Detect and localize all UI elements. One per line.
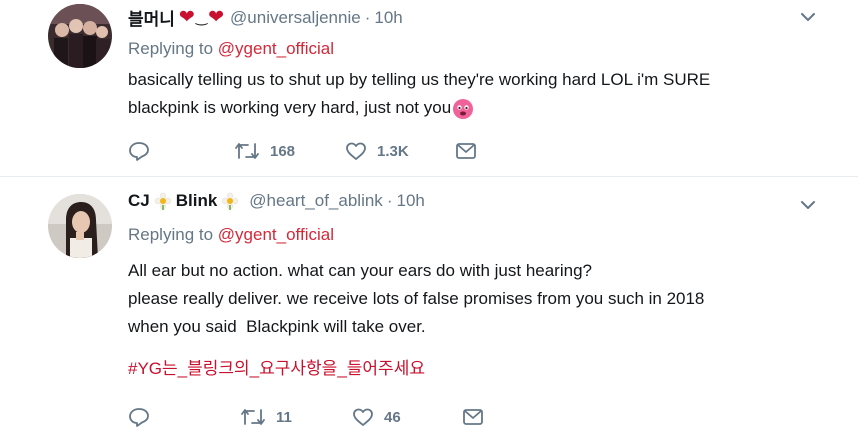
like-icon xyxy=(353,408,373,426)
direct-message-button[interactable] xyxy=(462,408,484,426)
timestamp[interactable]: 10h xyxy=(396,191,424,211)
retweet-button[interactable]: 11 xyxy=(240,407,352,427)
display-name-part[interactable]: CJ xyxy=(128,191,150,211)
replying-to: Replying to @ygent_official xyxy=(128,225,334,245)
tweet-text-line-wrap: blackpink is working very hard, just not… xyxy=(128,94,710,122)
avatar[interactable] xyxy=(48,194,112,258)
caret-down-icon[interactable] xyxy=(801,12,815,22)
retweet-count: 11 xyxy=(276,408,292,426)
like-count: 1.3K xyxy=(377,142,409,160)
reply-icon xyxy=(129,408,149,427)
tweet-2[interactable]: CJ Blink @heart_of_ablink · 10h Replying… xyxy=(0,177,858,440)
tweet-actions: 11 46 xyxy=(128,405,484,429)
tweet-header: 블머니 ❤ ‿ ❤ @universaljennie · 10h xyxy=(128,5,403,30)
tweet-text-line: basically telling us to shut up by telli… xyxy=(128,70,711,89)
retweet-icon xyxy=(241,409,265,425)
retweet-icon xyxy=(235,143,259,159)
display-name[interactable]: 블머니 xyxy=(128,5,175,30)
tweet-1[interactable]: 블머니 ❤ ‿ ❤ @universaljennie · 10h Replyin… xyxy=(0,0,858,176)
retweet-button[interactable]: 168 xyxy=(234,141,345,161)
like-icon xyxy=(346,142,366,160)
timestamp[interactable]: 10h xyxy=(374,8,402,28)
tweet-text-line: All ear but no action. what can your ear… xyxy=(128,261,592,280)
separator-dot: · xyxy=(386,191,393,210)
reply-icon xyxy=(129,142,149,161)
reply-button[interactable] xyxy=(128,407,240,427)
tweet-text-line: when you said Blackpink will take over. xyxy=(128,317,426,336)
tweet-text-line: please really deliver. we receive lots o… xyxy=(128,289,705,308)
replying-to-label: Replying to xyxy=(128,225,214,244)
pleading-face-emoji xyxy=(453,98,474,119)
flower-emoji xyxy=(222,192,239,210)
message-icon xyxy=(456,143,476,159)
user-handle[interactable]: @universaljennie xyxy=(230,8,361,28)
caret-down-icon[interactable] xyxy=(801,200,815,210)
heart-emoji: ❤ xyxy=(178,7,195,28)
like-button[interactable]: 46 xyxy=(352,407,462,427)
replying-to-label: Replying to xyxy=(128,39,214,58)
heart-emoji: ❤ xyxy=(208,7,225,28)
avatar[interactable] xyxy=(48,4,112,68)
direct-message-button[interactable] xyxy=(455,142,477,160)
message-icon xyxy=(463,409,483,425)
hashtag-link[interactable]: #YG는_블링크의_요구사항을_들어주세요 xyxy=(128,355,704,383)
reply-button[interactable] xyxy=(128,141,234,161)
smile-glyph: ‿ xyxy=(195,9,208,25)
reply-mention-link[interactable]: @ygent_official xyxy=(218,225,334,244)
display-name-part[interactable]: Blink xyxy=(176,191,218,211)
like-count: 46 xyxy=(384,408,401,426)
retweet-count: 168 xyxy=(270,142,296,160)
like-button[interactable]: 1.3K xyxy=(345,141,455,161)
tweet-actions: 168 1.3K xyxy=(128,139,477,163)
separator-dot: · xyxy=(364,7,371,27)
replying-to: Replying to @ygent_official xyxy=(128,39,334,59)
tweet-text-line: blackpink is working very hard, just not… xyxy=(128,98,452,117)
user-handle[interactable]: @heart_of_ablink xyxy=(249,191,383,211)
tweet-text: basically telling us to shut up by telli… xyxy=(128,66,710,122)
tweet-text: All ear but no action. what can your ear… xyxy=(128,257,704,383)
flower-emoji xyxy=(154,192,171,210)
reply-mention-link[interactable]: @ygent_official xyxy=(218,39,334,58)
tweet-header: CJ Blink @heart_of_ablink · 10h xyxy=(128,191,425,211)
